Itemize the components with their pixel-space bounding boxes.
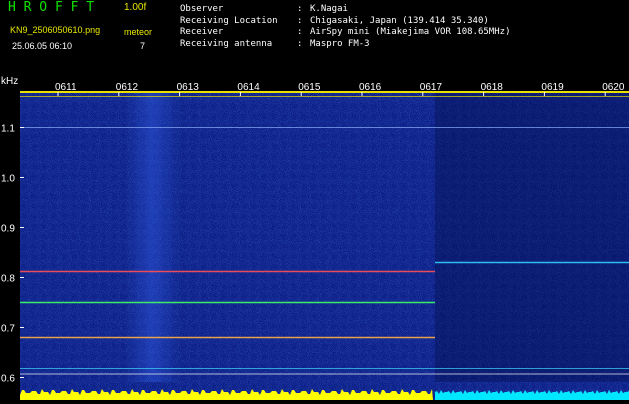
time-label: 0616 [359,82,382,93]
info-row-receiver: Receiver : AirSpy mini (Miakejima VOR 10… [180,27,510,39]
y-tick-label: 0.8 [1,274,15,285]
info-key: Receiving Location [180,15,278,26]
version-label: 1.00f [124,2,147,13]
meteor-count: 7 [140,41,146,51]
app-title: H R O F F T [8,0,95,15]
post-gap-region [435,92,629,382]
info-sep: : [297,4,303,14]
info-row-location: Receiving Location : Chigasaki, Japan (1… [180,16,510,28]
header-panel: H R O F F T 1.00f KN9_2506050610.png 25.… [0,0,629,72]
info-sep: : [297,27,303,37]
spectrogram-panel: kHz 1.1 1.0 0.9 0.8 0.7 0.6 0611 0612 0613 0614 06… [0,72,629,400]
time-label: 0615 [298,82,321,93]
time-label: 0613 [177,82,200,93]
info-value: Maspro FM-3 [310,38,370,49]
info-key: Receiver [180,27,224,37]
y-tick-label: 0.6 [1,374,15,385]
meteor-label: meteor [124,27,153,37]
y-tick-label: 1.1 [1,124,15,135]
info-value: AirSpy mini (Miakejima VOR 108.65MHz) [310,27,511,37]
time-label: 0620 [602,82,625,93]
time-label: 0614 [237,82,260,93]
y-unit-label: kHz [1,76,18,87]
info-value: Chigasaki, Japan (139.414 35.340) [310,15,489,26]
y-tick-label: 0.7 [1,324,15,335]
meteor-echo-region [125,92,180,382]
spectrogram: kHz 1.1 1.0 0.9 0.8 0.7 0.6 0611 0612 0613 0614 06… [0,72,629,400]
info-sep: : [297,15,303,26]
time-label: 0619 [541,82,564,93]
info-key: Receiving antenna [180,38,273,49]
info-row-observer: Observer : K.Nagai [180,4,510,16]
info-sep: : [297,38,303,49]
info-key: Observer [180,4,224,14]
time-label: 0618 [481,82,504,93]
time-label: 0611 [55,82,77,93]
info-value: K.Nagai [310,4,348,14]
datetime-label: 25.06.05 06:10 [12,41,73,51]
time-label: 0612 [116,82,139,93]
info-row-antenna: Receiving antenna : Maspro FM-3 [180,39,510,51]
info-block: Observer : K.Nagai Receiving Location : … [180,4,510,50]
y-tick-label: 1.0 [1,174,15,185]
filename-label: KN9_2506050610.png [10,25,101,35]
y-tick-label: 0.9 [1,224,15,235]
time-label: 0617 [420,82,443,93]
